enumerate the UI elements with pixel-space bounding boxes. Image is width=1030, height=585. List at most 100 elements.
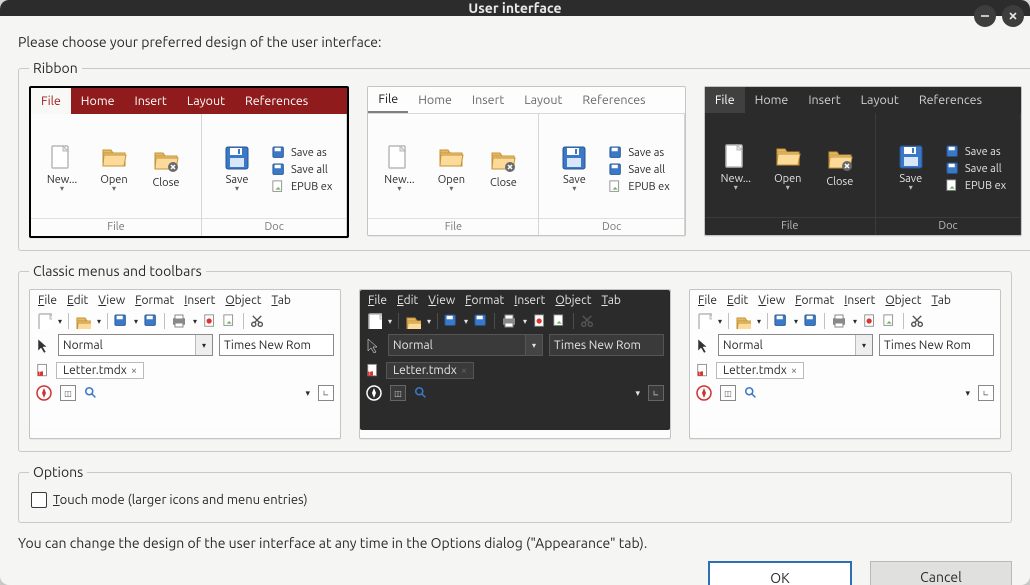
save-icon	[224, 145, 250, 171]
i-newdoc-icon	[386, 145, 412, 171]
group-options-legend: Options	[29, 464, 87, 480]
classic-preview-toolbar: ▾ ▾ ▾ ▾	[30, 311, 340, 331]
classic-preview-menu: View	[428, 294, 455, 307]
classic-preview-menu: Tab	[931, 294, 950, 307]
print-icon	[171, 313, 187, 329]
i-folder-icon	[101, 145, 127, 171]
classic-preview-menu: View	[98, 294, 125, 307]
chevron-down-icon: ▾	[635, 388, 640, 399]
i-newdoc-icon	[49, 145, 75, 171]
save-all-icon	[609, 163, 623, 177]
font-combo: Times New Rom	[219, 334, 334, 356]
classic-preview-toolbar: ▾ ▾ ▾ ▾	[690, 311, 1000, 331]
cancel-button[interactable]: Cancel	[870, 561, 1012, 585]
group-options: Options Touch mode (larger icons and men…	[18, 464, 1012, 523]
document-tab: Letter.tmdx×	[716, 362, 804, 379]
save-icon	[774, 314, 788, 328]
ribbon-preview-button: Save	[210, 145, 264, 192]
save-all-icon	[946, 162, 960, 176]
save-all-icon	[474, 314, 488, 328]
prompt-text: Please choose your preferred design of t…	[18, 34, 1012, 50]
ribbon-theme-color-option[interactable]: FileHomeInsertLayoutReferences New... Op…	[29, 86, 349, 238]
ribbon-group-label: Doc	[539, 218, 683, 236]
save-icon	[609, 146, 623, 160]
i-folder-icon	[775, 144, 801, 170]
chevron-down-icon: ▾	[305, 388, 310, 399]
ribbon-preview-button: Open	[765, 144, 811, 191]
ribbon-preview-button: Save	[547, 145, 601, 192]
zoom-icon	[414, 386, 428, 400]
epub-export-icon	[946, 179, 960, 193]
document-icon	[36, 363, 50, 378]
epub-export-icon	[223, 314, 237, 328]
compass-icon	[696, 385, 712, 401]
print-icon	[501, 313, 517, 329]
classic-preview-menubar: FileEditViewFormatInsertObjectTab	[690, 290, 1000, 311]
ribbon-preview-tab: Home	[408, 87, 462, 113]
ribbon-preview-tab: File	[31, 88, 71, 114]
pdf-export-icon	[863, 314, 877, 328]
i-folder-x-icon	[153, 148, 179, 174]
cut-icon	[580, 314, 595, 329]
cut-icon	[910, 314, 925, 329]
classic-preview-menu: Insert	[184, 294, 215, 307]
open-folder-icon	[75, 313, 91, 329]
document-icon	[696, 363, 710, 378]
epub-export-icon	[883, 314, 897, 328]
epub-export-icon	[553, 314, 567, 328]
save-all-icon	[144, 314, 158, 328]
i-folder-x-icon	[490, 148, 516, 174]
ribbon-preview-tab: Layout	[177, 88, 235, 114]
compass-icon	[366, 385, 382, 401]
group-classic-legend: Classic menus and toolbars	[29, 263, 206, 279]
titlebar: User interface	[0, 0, 1030, 16]
touch-mode-checkbox[interactable]: Touch mode (larger icons and menu entrie…	[29, 490, 1001, 510]
save-icon	[114, 314, 128, 328]
new-document-icon	[366, 313, 382, 329]
ribbon-group-label: Doc	[876, 217, 1020, 235]
ribbon-preview-small-col: Save as Save all EPUB ex	[607, 142, 675, 194]
classic-preview-menu: Tab	[271, 294, 290, 307]
new-document-icon	[36, 313, 52, 329]
dialog-user-interface: User interface Please choose your prefer…	[0, 0, 1030, 585]
classic-theme-classic-option[interactable]: FileEditViewFormatInsertObjectTab ▾ ▾ ▾ …	[689, 289, 1001, 439]
zoom-icon	[84, 386, 98, 400]
classic-preview-menubar: FileEditViewFormatInsertObjectTab	[360, 290, 670, 311]
classic-theme-light-option[interactable]: FileEditViewFormatInsertObjectTab ▾ ▾ ▾ …	[29, 289, 341, 439]
pdf-export-icon	[203, 314, 217, 328]
classic-preview-menu: File	[368, 294, 387, 307]
classic-preview-menu: Edit	[727, 294, 748, 307]
save-icon	[898, 144, 924, 170]
cursor-icon	[36, 337, 52, 353]
ribbon-preview-tab: References	[572, 87, 655, 113]
font-combo: Times New Rom	[549, 334, 664, 356]
close-button[interactable]	[1002, 5, 1024, 27]
ribbon-preview-small-col: Save as Save all EPUB ex	[270, 142, 338, 194]
ribbon-preview-tab: Insert	[462, 87, 514, 113]
style-combo: Normal▾	[718, 334, 873, 356]
view-mode-icon: ◫	[390, 385, 406, 401]
save-all-icon	[804, 314, 818, 328]
classic-theme-dark-option[interactable]: FileEditViewFormatInsertObjectTab ▾ ▾ ▾ …	[359, 289, 671, 439]
classic-preview-menu: Object	[225, 294, 261, 307]
ok-button[interactable]: OK	[708, 561, 852, 585]
pdf-export-icon	[533, 314, 547, 328]
minimize-button[interactable]	[974, 5, 996, 27]
open-folder-icon	[405, 313, 421, 329]
classic-preview-toolbar: ▾ ▾ ▾ ▾	[360, 311, 670, 331]
new-document-icon	[696, 313, 712, 329]
ribbon-preview-tab: References	[909, 87, 992, 113]
classic-preview-menu: Edit	[397, 294, 418, 307]
ribbon-preview-button: New...	[713, 144, 759, 191]
ribbon-theme-dark-option[interactable]: FileHomeInsertLayoutReferences New... Op…	[704, 86, 1022, 236]
ribbon-preview-tab: Insert	[125, 88, 177, 114]
group-classic: Classic menus and toolbars File Edit View F…	[18, 263, 1012, 452]
classic-preview-menu: Insert	[514, 294, 545, 307]
classic-preview-menu: View	[758, 294, 785, 307]
classic-preview-menu: File	[38, 294, 57, 307]
classic-preview-menu: Tab	[601, 294, 620, 307]
save-icon	[561, 145, 587, 171]
epub-export-icon	[272, 180, 286, 194]
ribbon-theme-light-option[interactable]: FileHomeInsertLayoutReferences New... Op…	[367, 86, 685, 236]
classic-preview-menu: Format	[795, 294, 834, 307]
